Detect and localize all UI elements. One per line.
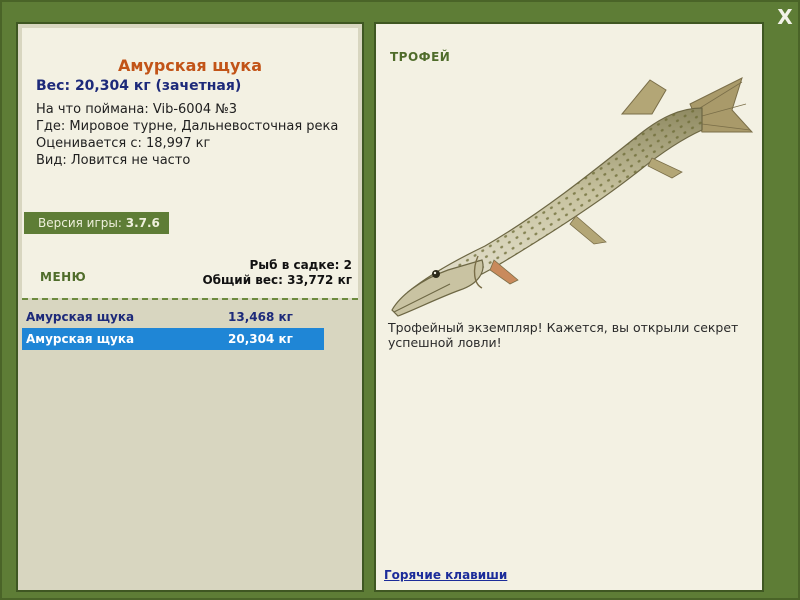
fish-details-card: Амурская щука Вес: 20,304 кг (зачетная) … (22, 28, 358, 298)
divider (22, 298, 358, 300)
species-rarity-info: Вид: Ловится не часто (36, 153, 191, 168)
game-window: X Амурская щука Вес: 20,304 кг (зачетная… (0, 0, 800, 600)
lure-info: На что поймана: Vib-6004 №3 (36, 102, 238, 117)
version-value: 3.7.6 (125, 216, 160, 230)
catch-list: Амурская щука 13,468 кг Амурская щука 20… (22, 306, 324, 350)
catch-name: Амурская щука (26, 332, 135, 346)
keepnet-fish-count: Рыб в садке: 2 (249, 258, 353, 272)
trophy-threshold-info: Оценивается с: 18,997 кг (36, 136, 211, 151)
fish-weight: Вес: 20,304 кг (зачетная) (36, 78, 242, 94)
game-version-bar: Версия игры: 3.7.6 (24, 212, 169, 234)
menu-button[interactable]: МЕНЮ (40, 270, 86, 284)
trophy-panel: ТРОФЕЙ Трофейный экземпляр! Кажется, вы … (374, 22, 764, 592)
hotkeys-link[interactable]: Горячие клавиши (384, 568, 507, 582)
catch-list-item[interactable]: Амурская щука 13,468 кг (22, 306, 324, 328)
catch-weight: 13,468 кг (228, 310, 293, 324)
version-label: Версия игры: (38, 216, 126, 230)
location-info: Где: Мировое турне, Дальневосточная река (36, 119, 339, 134)
catch-list-item-selected[interactable]: Амурская щука 20,304 кг (22, 328, 324, 350)
keepnet-total-weight: Общий вес: 33,772 кг (202, 273, 352, 287)
close-button[interactable]: X (774, 6, 796, 28)
fish-info-panel: Амурская щука Вес: 20,304 кг (зачетная) … (16, 22, 364, 592)
fish-title: Амурская щука (117, 56, 263, 75)
trophy-description: Трофейный экземпляр! Кажется, вы открыли… (388, 320, 739, 350)
pike-fish-image (391, 77, 754, 317)
trophy-label: ТРОФЕЙ (390, 50, 451, 64)
catch-name: Амурская щука (26, 310, 135, 324)
keepnet-stats: Рыб в садке: 2 Общий вес: 33,772 кг (202, 258, 352, 288)
catch-weight: 20,304 кг (228, 332, 293, 346)
